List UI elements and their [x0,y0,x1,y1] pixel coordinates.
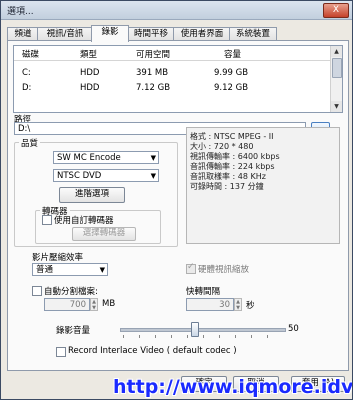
auto-split-unit: MB [102,299,116,309]
scroll-up-icon[interactable]: ▲ [331,46,342,57]
format-info-box: 格式 : NTSC MPEG - II 大小 : 720 * 480 視訊傳輸率… [186,127,340,244]
drive-list-header: 磁碟 類型 可用空間 容量 [14,46,331,61]
col-drive[interactable]: 磁碟 [22,48,39,60]
auto-split-input[interactable]: 700 [44,298,90,311]
drive-list[interactable]: 磁碟 類型 可用空間 容量 C: HDD 391 MB 9.99 GB D: H… [13,45,343,113]
tab-channels[interactable]: 頻道 [7,27,39,41]
auto-split-spinner[interactable]: ▲ ▼ [90,298,98,311]
interlace-checkbox[interactable] [56,347,66,357]
compression-select[interactable]: 普通 ▼ [32,263,108,276]
tab-system-devices[interactable]: 系統裝置 [229,27,277,41]
volume-slider-track[interactable] [120,328,286,332]
dropdown-arrow-icon: ▼ [150,172,156,180]
check-icon: ✓ [187,262,195,272]
advanced-options-button[interactable]: 進階選項 [59,187,125,203]
tab-user-interface[interactable]: 使用者界面 [173,27,231,41]
cell-free: 391 MB [136,68,169,78]
transcoder-group: 轉碼器 使用自訂轉碼器 選擇轉碼器 [35,205,161,244]
compression-label: 影片壓縮效率 [32,253,84,263]
auto-split-checkbox[interactable] [32,286,42,296]
watermark-text: http://www.iqmore.idv.tw [113,376,352,398]
quick-jump-spinner[interactable]: ▲ ▼ [234,298,242,311]
cell-capacity: 9.99 GB [214,68,249,78]
record-panel: 磁碟 類型 可用空間 容量 C: HDD 391 MB 9.99 GB D: H… [7,40,349,371]
auto-split-label: 自動分割檔案: [44,287,98,297]
format-select[interactable]: NTSC DVD ▼ [53,169,159,182]
interlace-label: Record Interlace Video ( default codec ) [68,346,237,356]
hardware-scaling-label: 硬體視訊縮放 [198,265,250,275]
custom-transcoder-checkbox[interactable] [42,215,52,225]
drive-list-scrollbar[interactable]: ▲ ▼ [330,46,342,112]
cell-drive: C: [22,68,31,78]
scroll-thumb[interactable] [332,58,342,78]
select-transcoder-button[interactable]: 選擇轉碼器 [72,227,136,241]
hardware-scaling-checkbox[interactable]: ✓ [186,262,196,274]
quick-jump-input[interactable]: 30 [186,298,234,311]
cell-drive: D: [22,83,32,93]
close-button[interactable]: X [323,3,349,18]
table-row[interactable]: D: HDD 7.12 GB 9.12 GB [14,81,331,94]
info-record-time: 可錄時間 : 137 分鐘 [190,182,264,191]
col-type[interactable]: 類型 [80,48,97,60]
compression-value: 普通 [36,265,54,275]
tab-timeshift[interactable]: 時間平移 [127,27,175,41]
custom-transcoder-label: 使用自訂轉碼器 [54,216,114,226]
tab-video-audio[interactable]: 視訊/音訊 [37,27,93,41]
scroll-down-icon[interactable]: ▼ [331,101,342,112]
col-capacity[interactable]: 容量 [224,48,241,60]
cell-type: HDD [80,68,100,78]
cell-capacity: 9.12 GB [214,83,249,93]
dropdown-arrow-icon: ▼ [150,154,156,162]
volume-label: 錄影音量 [56,326,91,336]
spin-down-icon[interactable]: ▼ [235,305,241,311]
quick-jump-label: 快轉間隔 [186,287,221,297]
col-free-space[interactable]: 可用空間 [136,48,170,60]
quality-group: 品質 SW MC Encode ▼ NTSC DVD ▼ 進階選項 轉碼器 使用… [14,137,178,247]
title-bar: 選項... X [1,1,352,20]
spin-down-icon[interactable]: ▼ [91,305,97,311]
options-dialog: 選項... X 頻道 視訊/音訊 錄影 時間平移 使用者界面 系統裝置 磁碟 類… [0,0,353,400]
encoder-select[interactable]: SW MC Encode ▼ [53,151,159,164]
encoder-value: SW MC Encode [57,153,121,163]
dropdown-arrow-icon: ▼ [99,266,105,274]
table-row[interactable]: C: HDD 391 MB 9.99 GB [14,66,331,79]
cell-type: HDD [80,83,100,93]
quality-group-label: 品質 [19,137,41,149]
window-title: 選項... [7,7,34,17]
volume-value: 50 [288,324,299,334]
quick-jump-unit: 秒 [246,301,255,311]
tab-record[interactable]: 錄影 [91,25,129,42]
cell-free: 7.12 GB [136,83,171,93]
format-value: NTSC DVD [57,171,102,181]
volume-ticks [123,335,283,338]
